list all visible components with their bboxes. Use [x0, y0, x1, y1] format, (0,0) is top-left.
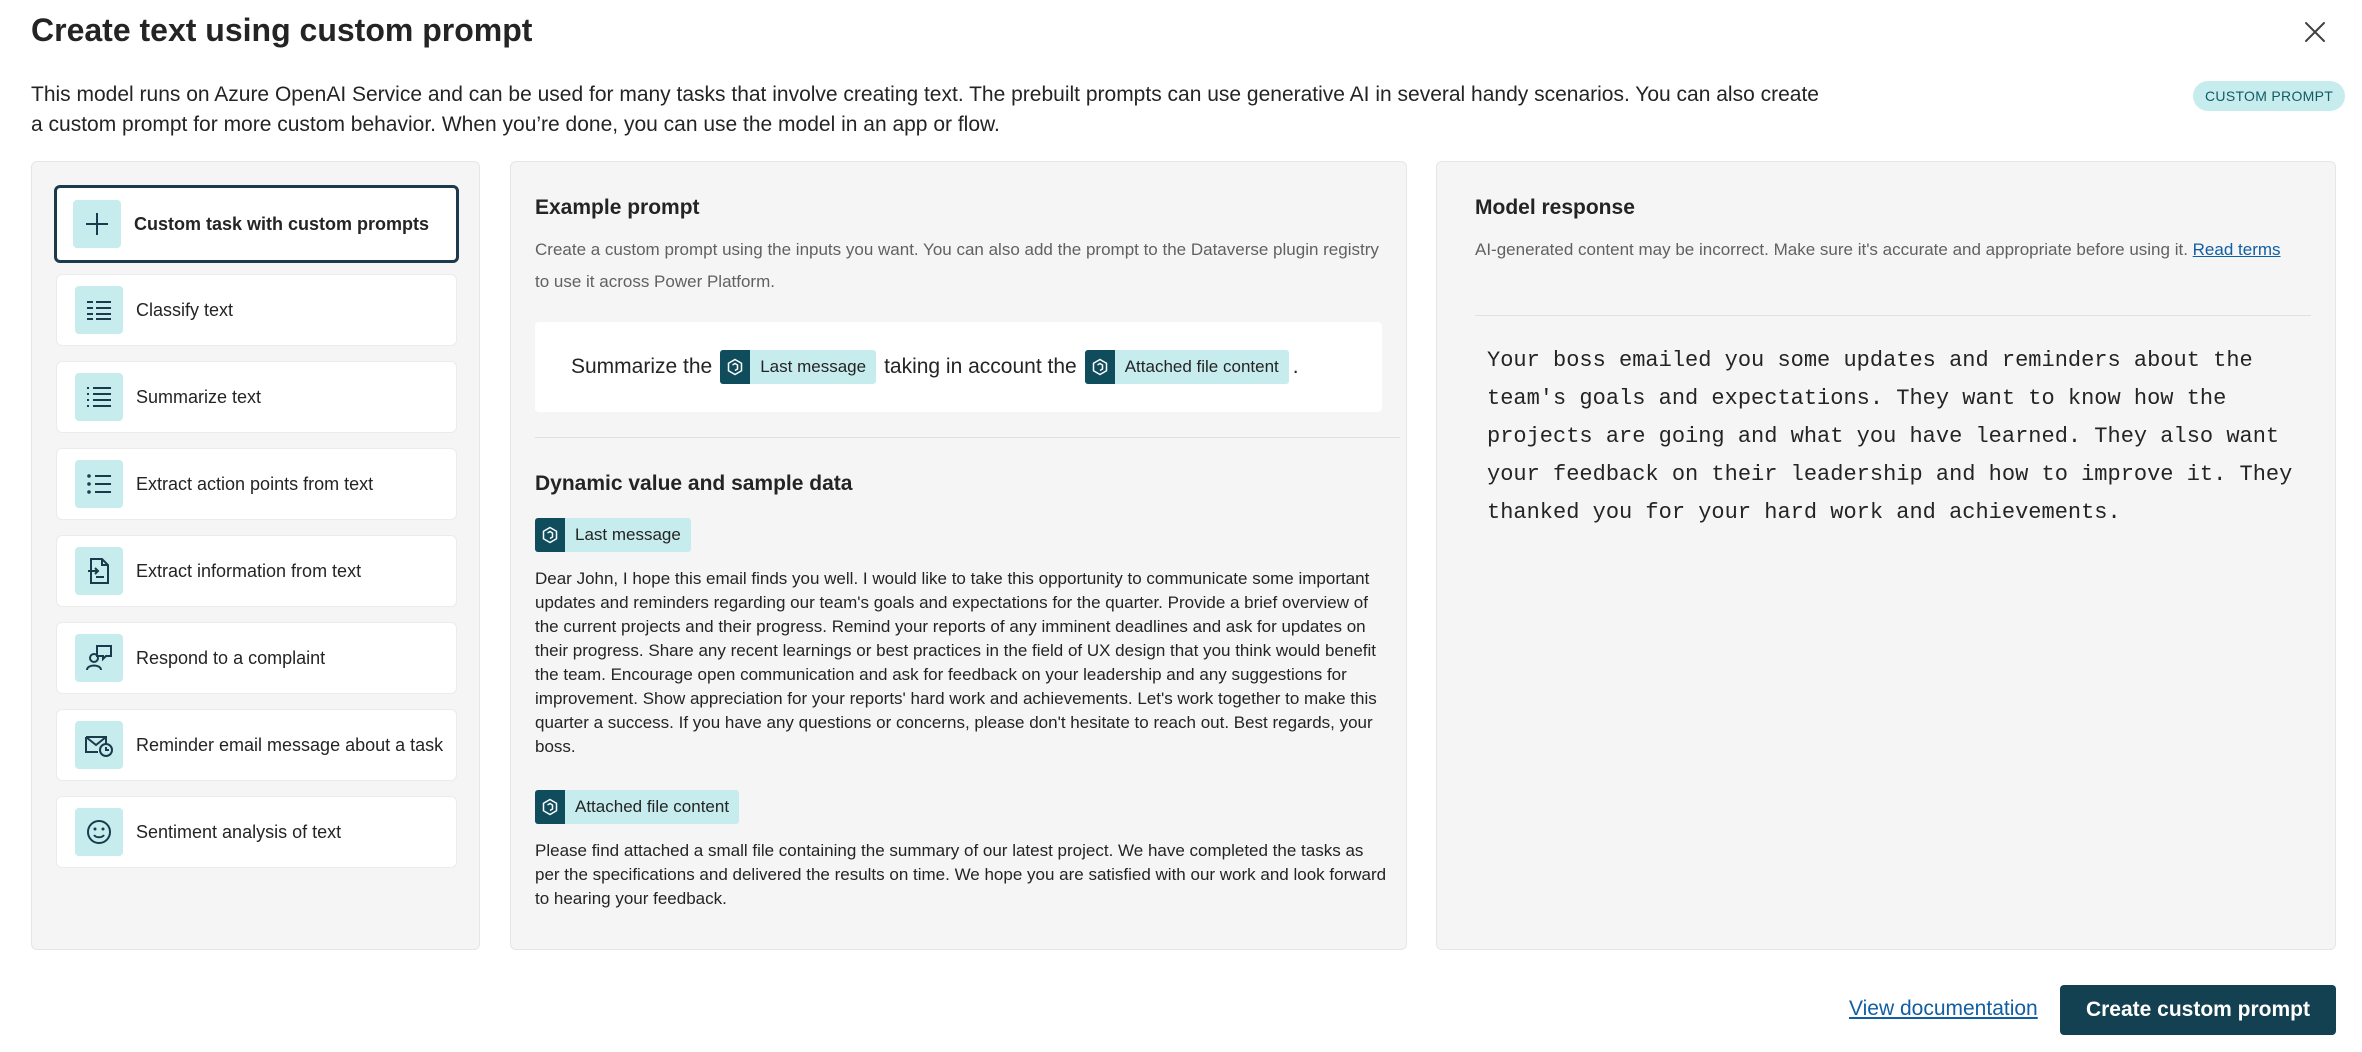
person-feedback-icon: [75, 634, 123, 682]
last-message-chip: Last message: [535, 518, 691, 552]
example-prompt-box: Summarize the Last message taking in acc…: [535, 322, 1382, 412]
model-response-disclaimer: AI-generated content may be incorrect. M…: [1475, 234, 2305, 266]
view-documentation-link[interactable]: View documentation: [1849, 997, 2038, 1021]
create-custom-prompt-button[interactable]: Create custom prompt: [2060, 985, 2336, 1035]
classify-icon: [75, 286, 123, 334]
task-label: Extract action points from text: [136, 473, 374, 494]
chip-label: Last message: [575, 525, 681, 544]
attached-file-sample-text: Please find attached a small file contai…: [535, 841, 1387, 908]
task-label: Summarize text: [136, 386, 262, 407]
mail-clock-icon: [75, 721, 123, 769]
close-icon: [2305, 22, 2325, 42]
example-prompt-subtitle: Create a custom prompt using the inputs …: [535, 240, 1379, 291]
dynamic-value-icon: [535, 518, 565, 552]
task-label: Sentiment analysis of text: [136, 821, 342, 842]
task-label: Reminder email message about a task: [136, 734, 444, 755]
task-custom-prompt[interactable]: Custom task with custom prompts: [54, 185, 459, 263]
dynamic-value-title: Dynamic value and sample data: [535, 472, 853, 495]
chip-label: Attached file content: [1124, 357, 1279, 376]
task-label: Classify text: [136, 299, 234, 320]
last-message-sample-text: Dear John, I hope this email finds you w…: [535, 569, 1377, 756]
example-prompt-panel: Example prompt Create a custom prompt us…: [510, 161, 1407, 950]
emoji-smile-icon: [75, 808, 123, 856]
task-extract-action-points[interactable]: Extract action points from text: [56, 448, 457, 520]
plus-icon: [73, 200, 121, 248]
task-respond-complaint[interactable]: Respond to a complaint: [56, 622, 457, 694]
task-summarize-text[interactable]: Summarize text: [56, 361, 457, 433]
attached-file-chip: Attached file content: [1084, 350, 1289, 384]
task-label: Custom task with custom prompts: [134, 213, 430, 234]
task-extract-information[interactable]: Extract information from text: [56, 535, 457, 607]
model-response-title: Model response: [1475, 196, 1635, 219]
document-extract-icon: [75, 547, 123, 595]
read-terms-link[interactable]: Read terms: [2193, 240, 2281, 259]
task-sentiment-analysis[interactable]: Sentiment analysis of text: [56, 796, 457, 868]
attached-file-chip: Attached file content: [535, 790, 740, 824]
dialog-title: Create text using custom prompt: [31, 12, 533, 48]
custom-prompt-badge: CUSTOM PROMPT: [2193, 81, 2346, 111]
task-list-panel: Custom task with custom prompts Classify…: [31, 161, 480, 950]
chip-label: Attached file content: [575, 797, 730, 816]
task-label: Extract information from text: [136, 560, 362, 581]
dynamic-value-icon: [535, 790, 565, 824]
summarize-icon: [75, 373, 123, 421]
prompt-text: Summarize the: [571, 355, 713, 378]
close-button[interactable]: [2295, 12, 2335, 52]
task-label: Respond to a complaint: [136, 647, 326, 668]
bulleted-list-icon: [75, 460, 123, 508]
chip-label: Last message: [760, 357, 867, 376]
task-reminder-email[interactable]: Reminder email message about a task: [56, 709, 457, 781]
model-response-panel: Model response AI-generated content may …: [1436, 161, 2336, 950]
response-divider: [1475, 315, 2311, 316]
dynamic-value-icon: [720, 350, 751, 384]
dynamic-value-icon: [1084, 350, 1115, 384]
last-message-chip: Last message: [720, 350, 877, 384]
example-prompt-title: Example prompt: [535, 196, 700, 219]
task-classify-text[interactable]: Classify text: [56, 274, 457, 346]
dialog-description: This model runs on Azure OpenAI Service …: [31, 83, 1819, 136]
model-response-text: Your boss emailed you some updates and r…: [1487, 348, 2293, 525]
divider: [535, 437, 1400, 438]
prompt-text: .: [1292, 355, 1299, 378]
disclaimer-text: AI-generated content may be incorrect. M…: [1475, 240, 2188, 259]
prompt-text: taking in account the: [884, 355, 1077, 378]
